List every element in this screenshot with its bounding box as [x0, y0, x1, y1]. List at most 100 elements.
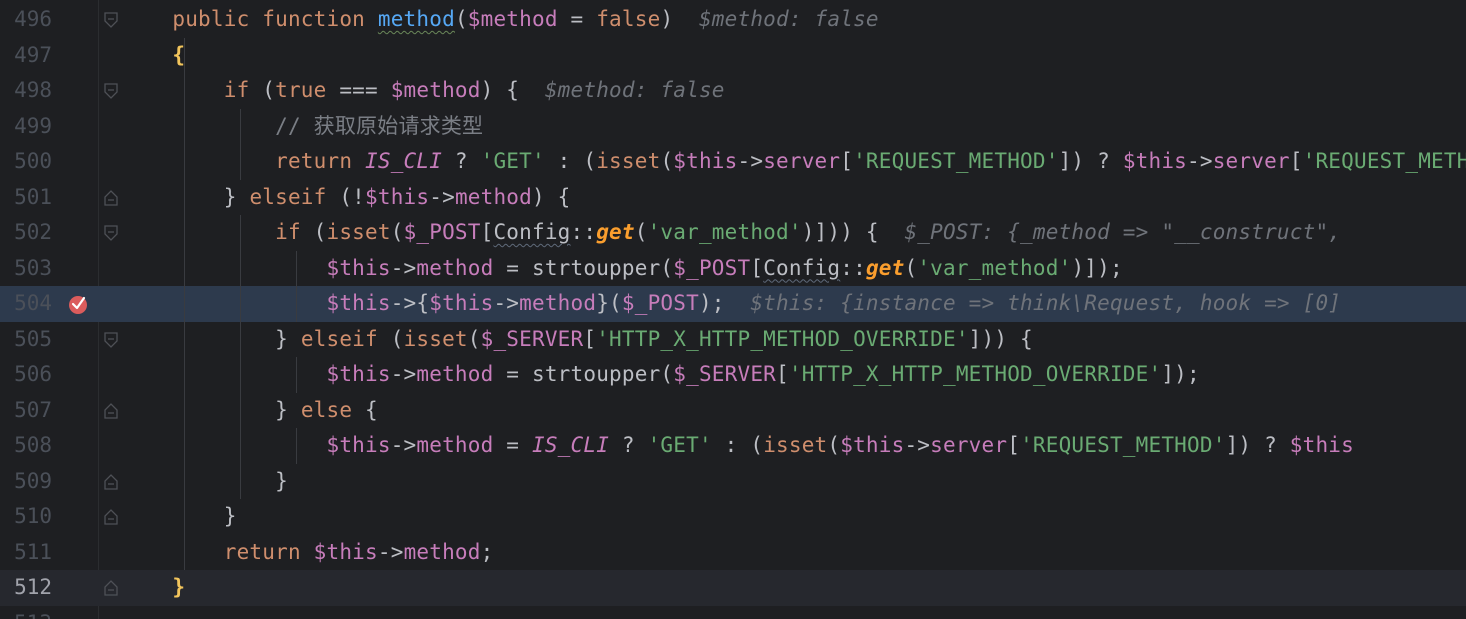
fold-end-icon[interactable] — [104, 189, 118, 206]
code-text[interactable]: return IS_CLI ? 'GET' : (isset($this->se… — [121, 144, 1466, 180]
line-number[interactable]: 504 — [0, 286, 52, 322]
code-text[interactable]: $this->{$this->method}($_POST); $this: {… — [121, 286, 1341, 322]
line-number[interactable]: 512 — [0, 570, 52, 606]
fold-end-icon[interactable] — [104, 473, 118, 490]
code-text[interactable]: } — [121, 570, 185, 606]
line-number[interactable]: 497 — [0, 38, 52, 74]
code-text[interactable]: $this->method = IS_CLI ? 'GET' : (isset(… — [121, 428, 1354, 464]
code-line[interactable]: 512 } — [0, 570, 1466, 606]
code-line[interactable]: 506 $this->method = strtoupper($_SERVER[… — [0, 357, 1466, 393]
line-number[interactable]: 513 — [0, 606, 52, 619]
fold-open-icon[interactable] — [104, 12, 118, 28]
line-number[interactable]: 506 — [0, 357, 52, 393]
token-plain: } — [172, 504, 237, 528]
code-line[interactable]: 511 return $this->method; — [0, 535, 1466, 571]
code-line[interactable]: 509 } — [0, 464, 1466, 500]
code-line[interactable]: 497 { — [0, 38, 1466, 74]
line-number[interactable]: 505 — [0, 322, 52, 358]
code-text[interactable] — [121, 606, 172, 619]
line-number[interactable]: 498 — [0, 73, 52, 109]
token-plain: )]); — [1071, 255, 1123, 280]
token-plain: -> — [493, 291, 520, 315]
code-text[interactable]: } — [121, 499, 237, 535]
token-plain: } — [172, 468, 288, 493]
code-text[interactable]: } else { — [121, 393, 378, 429]
fold-open-icon[interactable] — [104, 83, 118, 99]
token-plain: ) — [660, 7, 699, 31]
token-plain: -> — [1187, 149, 1213, 173]
token-plain: ) { — [532, 184, 571, 209]
line-number[interactable]: 500 — [0, 144, 52, 180]
token-plain: -> — [904, 433, 931, 457]
token-var: $method — [390, 78, 481, 102]
code-line[interactable]: 500 return IS_CLI ? 'GET' : (isset($this… — [0, 144, 1466, 180]
code-line[interactable]: 503 $this->method = strtoupper($_POST[Co… — [0, 251, 1466, 287]
token-plain: ? — [442, 149, 481, 173]
token-plain: )])) { — [801, 220, 905, 244]
code-line[interactable]: 498 if (true === $method) { $method: fal… — [0, 73, 1466, 109]
token-kw: public function — [172, 7, 378, 31]
code-text[interactable]: } — [121, 464, 288, 500]
token-plain: ( — [660, 149, 674, 173]
token-cls: Config — [493, 220, 571, 244]
code-line[interactable]: 507 } else { — [0, 393, 1466, 429]
token-plain: ( — [390, 326, 404, 351]
fold-end-icon[interactable] — [104, 509, 118, 525]
code-line[interactable]: 501 } elseif (!$this->method) { — [0, 180, 1466, 216]
code-text[interactable]: // 获取原始请求类型 — [121, 109, 483, 145]
code-text[interactable]: public function method($method = false) … — [121, 2, 879, 38]
line-number[interactable]: 499 — [0, 109, 52, 145]
code-text[interactable]: $this->method = strtoupper($_POST[Config… — [121, 251, 1123, 287]
line-number[interactable]: 502 — [0, 215, 52, 251]
token-prop: server — [1212, 149, 1290, 173]
line-number[interactable]: 509 — [0, 464, 52, 500]
code-text[interactable]: $this->method = strtoupper($_SERVER['HTT… — [121, 357, 1200, 393]
indent-guide — [240, 215, 241, 499]
token-plain: ]) ? — [1225, 433, 1290, 457]
fold-open-icon[interactable] — [104, 225, 118, 241]
code-text[interactable]: if (true === $method) { $method: false — [121, 73, 725, 109]
code-line[interactable]: 510 } — [0, 499, 1466, 535]
code-line[interactable]: 505 } elseif (isset($_SERVER['HTTP_X_HTT… — [0, 322, 1466, 358]
code-line[interactable]: 508 $this->method = IS_CLI ? 'GET' : (is… — [0, 428, 1466, 464]
line-number[interactable]: 511 — [0, 535, 52, 571]
token-plain: -> — [429, 184, 455, 209]
token-prop: server — [763, 149, 841, 173]
token-plain: === — [326, 78, 391, 102]
line-number[interactable]: 503 — [0, 251, 52, 287]
code-line[interactable]: 513 — [0, 606, 1466, 619]
line-number[interactable]: 510 — [0, 499, 52, 535]
token-plain: } — [172, 397, 301, 422]
code-text[interactable]: { — [121, 38, 185, 74]
fold-end-icon[interactable] — [104, 402, 118, 419]
line-number[interactable]: 501 — [0, 180, 52, 216]
line-number[interactable]: 507 — [0, 393, 52, 429]
code-line[interactable]: 499 // 获取原始请求类型 — [0, 109, 1466, 145]
code-line[interactable]: 504 $this->{$this->method}($_POST); $thi… — [0, 286, 1466, 322]
breakpoint-icon[interactable] — [67, 293, 89, 315]
code-text[interactable]: } elseif (isset($_SERVER['HTTP_X_HTTP_ME… — [121, 322, 1033, 358]
fold-open-icon[interactable] — [104, 331, 118, 348]
token-str: 'HTTP_X_HTTP_METHOD_OVERRIDE' — [788, 362, 1162, 386]
code-line[interactable]: 502 if (isset($_POST[Config::get('var_me… — [0, 215, 1466, 251]
fold-end-icon[interactable] — [104, 580, 118, 596]
code-line[interactable]: 496 public function method($method = fal… — [0, 2, 1466, 38]
line-number[interactable]: 508 — [0, 428, 52, 464]
code-text[interactable]: return $this->method; — [121, 535, 494, 571]
token-str: 'var_method' — [917, 255, 1072, 280]
code-text[interactable]: } elseif (!$this->method) { — [121, 180, 571, 216]
token-static: get — [596, 220, 635, 244]
code-editor[interactable]: 496 public function method($method = fal… — [0, 0, 1466, 619]
line-number[interactable]: 496 — [0, 2, 52, 38]
token-var: $this — [1289, 433, 1354, 457]
code-text[interactable]: if (isset($_POST[Config::get('var_method… — [121, 215, 1354, 251]
